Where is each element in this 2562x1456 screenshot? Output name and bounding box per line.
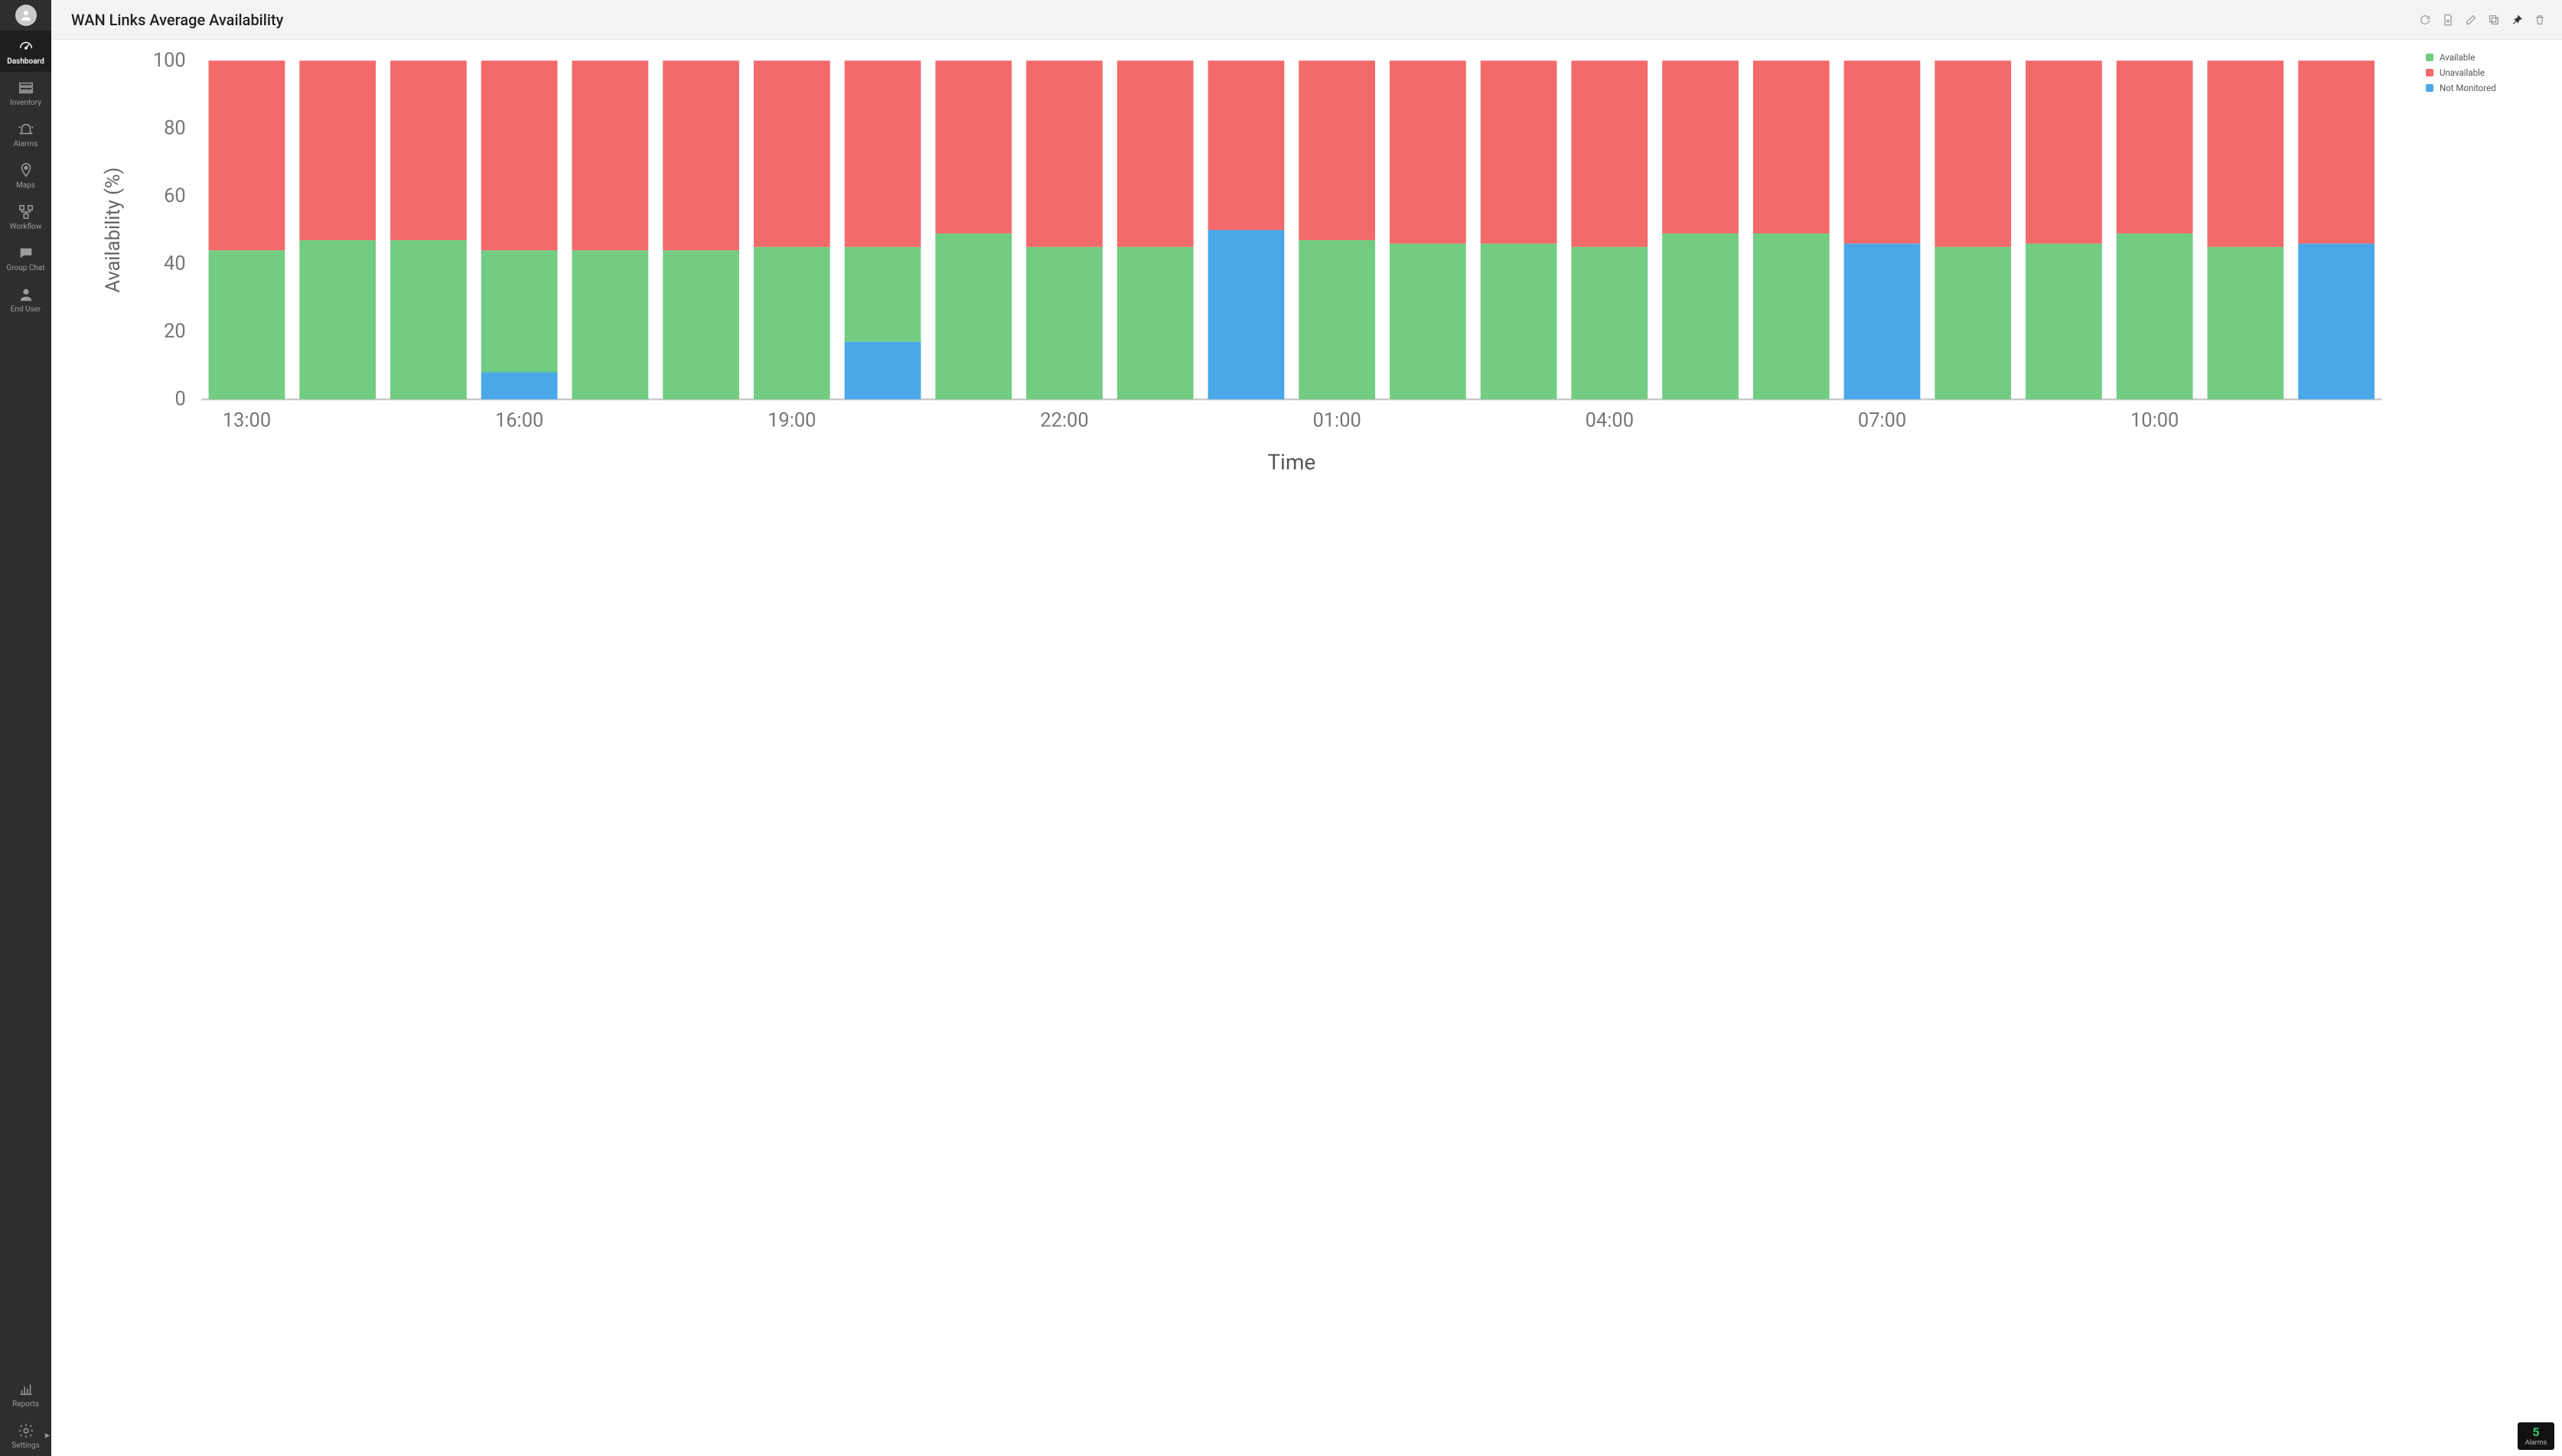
svg-text:01:00: 01:00 — [1312, 409, 1361, 432]
gear-icon — [18, 1422, 34, 1439]
svg-text:20: 20 — [164, 320, 186, 343]
sidebar-item-settings[interactable]: Settings ▶ — [0, 1415, 51, 1456]
sidebar-item-alarms[interactable]: Alarms — [0, 113, 51, 155]
svg-text:07:00: 07:00 — [1858, 409, 1906, 432]
sidebar-item-label: Maps — [16, 182, 35, 190]
sidebar-item-label: Workflow — [10, 223, 42, 231]
alarm-label: Alarms — [2525, 1440, 2547, 1447]
sidebar-item-label: Dashboard — [7, 58, 44, 66]
legend-item[interactable]: Unavailable — [2426, 67, 2548, 78]
svg-text:60: 60 — [164, 184, 186, 207]
sidebar-item-label: Reports — [12, 1401, 39, 1409]
sidebar-item-inventory[interactable]: Inventory — [0, 72, 51, 113]
avatar-row — [0, 0, 51, 31]
pin-icon — [18, 162, 34, 179]
svg-text:80: 80 — [164, 116, 186, 139]
sidebar-item-reports[interactable]: Reports — [0, 1373, 51, 1415]
legend-swatch — [2426, 69, 2433, 77]
chat-icon — [18, 245, 34, 262]
avatar[interactable] — [15, 5, 37, 26]
sidebar-item-group-chat[interactable]: Group Chat — [0, 237, 51, 278]
bell-icon — [18, 121, 34, 138]
user-icon — [19, 8, 33, 22]
chevron-right-icon: ▶ — [45, 1432, 50, 1439]
legend-label: Available — [2440, 52, 2475, 63]
panel-body: 0 20 40 60 80 100 Availability (%) 13:00 16:00 19… — [51, 40, 2562, 1456]
legend-label: Unavailable — [2440, 67, 2485, 78]
sidebar-item-end-user[interactable]: End User — [0, 278, 51, 320]
chart-container: 0 20 40 60 80 100 Availability (%) 13:00 16:00 19… — [65, 49, 2548, 480]
svg-text:Availability (%): Availability (%) — [102, 168, 125, 293]
legend-swatch — [2426, 84, 2433, 92]
svg-text:19:00: 19:00 — [768, 409, 816, 432]
trash-icon — [2534, 14, 2546, 26]
chart: 0 20 40 60 80 100 Availability (%) 13:00 16:00 19… — [65, 49, 2401, 480]
svg-text:Time: Time — [1267, 450, 1315, 475]
sidebar-item-workflow[interactable]: Workflow — [0, 196, 51, 237]
panel-header: WAN Links Average Availability — [51, 0, 2562, 40]
sidebar: Dashboard Inventory Alarms Maps Workflow… — [0, 0, 51, 1456]
refresh-icon — [2419, 14, 2431, 26]
pencil-icon — [2465, 14, 2477, 26]
chart-icon — [18, 1381, 34, 1398]
svg-text:22:00: 22:00 — [1040, 409, 1088, 432]
person-icon — [18, 286, 34, 303]
edit-button[interactable] — [2463, 11, 2479, 28]
refresh-button[interactable] — [2417, 11, 2433, 28]
gauge-icon — [18, 38, 34, 55]
sidebar-item-label: End User — [11, 306, 41, 314]
svg-text:16:00: 16:00 — [495, 409, 543, 432]
file-pdf-icon — [2442, 14, 2454, 26]
copy-icon — [2488, 14, 2500, 26]
sidebar-item-label: Settings — [11, 1442, 40, 1450]
sidebar-item-label: Alarms — [14, 141, 38, 148]
clone-button[interactable] — [2485, 11, 2502, 28]
sidebar-item-label: Group Chat — [6, 265, 44, 272]
panel-toolbar — [2417, 11, 2548, 28]
svg-text:100: 100 — [153, 49, 186, 72]
page-title: WAN Links Average Availability — [71, 11, 283, 29]
legend-item[interactable]: Available — [2426, 52, 2548, 63]
legend-label: Not Monitored — [2440, 83, 2496, 93]
svg-text:13:00: 13:00 — [223, 409, 271, 432]
svg-text:40: 40 — [164, 252, 186, 275]
svg-text:04:00: 04:00 — [1586, 409, 1634, 432]
export-pdf-button[interactable] — [2440, 11, 2456, 28]
legend-swatch — [2426, 54, 2433, 61]
svg-text:10:00: 10:00 — [2130, 409, 2179, 432]
alarm-badge[interactable]: 5 Alarms — [2518, 1422, 2554, 1450]
sidebar-item-label: Inventory — [10, 99, 41, 107]
pushpin-icon — [2511, 14, 2523, 26]
main: WAN Links Average Availability — [51, 0, 2562, 1456]
workflow-icon — [18, 204, 34, 220]
svg-text:0: 0 — [174, 388, 185, 411]
sidebar-item-dashboard[interactable]: Dashboard — [0, 31, 51, 72]
pin-button[interactable] — [2508, 11, 2525, 28]
delete-button[interactable] — [2531, 11, 2548, 28]
sidebar-item-maps[interactable]: Maps — [0, 155, 51, 196]
legend-item[interactable]: Not Monitored — [2426, 83, 2548, 93]
chart-legend: Available Unavailable Not Monitored — [2426, 49, 2548, 98]
boxes-icon — [18, 80, 34, 96]
alarm-count: 5 — [2532, 1426, 2539, 1438]
